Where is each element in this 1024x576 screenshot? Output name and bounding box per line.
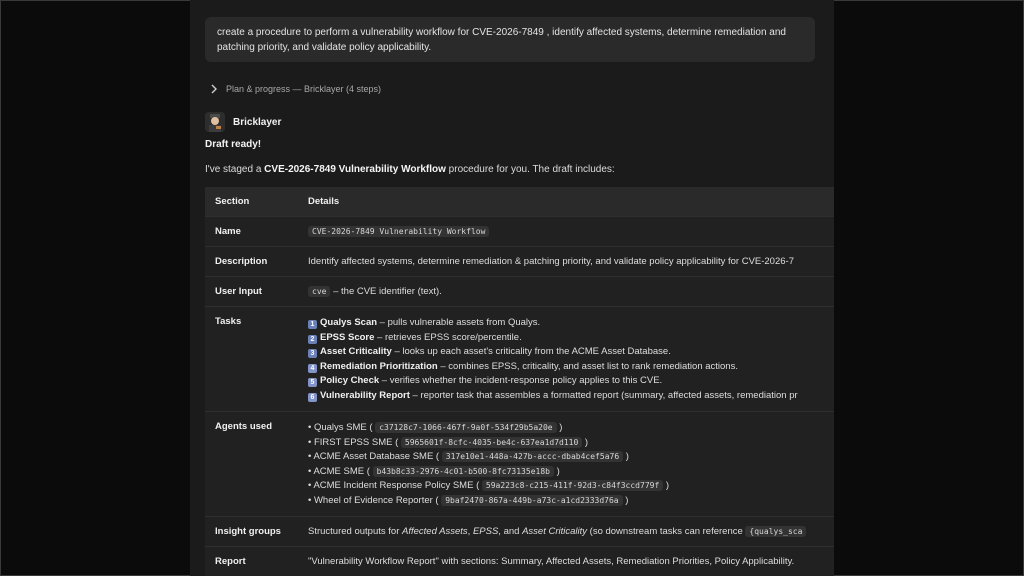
- table-row: Description Identify affected systems, d…: [205, 246, 834, 277]
- agent-avatar: [205, 112, 225, 132]
- table-row: Report "Vulnerability Workflow Report" w…: [205, 546, 834, 576]
- task-item: 3 Asset Criticality – looks up each asset…: [308, 345, 834, 360]
- number-badge-icon: 1: [308, 320, 317, 329]
- chevron-right-icon: [211, 84, 217, 94]
- number-badge-icon: 2: [308, 334, 317, 344]
- table-row: Insight groups Structured outputs for Af…: [205, 516, 834, 547]
- report-value: "Vulnerability Workflow Report" with sec…: [298, 546, 834, 576]
- agent-id-code: 9baf2470-867a-449b-a73c-a1cd2333d76a: [441, 494, 623, 506]
- agent-item: • Qualys SME ( c37128c7-1066-467f-9a0f-5…: [308, 422, 563, 433]
- procedure-title: CVE-2026-7849 Vulnerability Workflow: [264, 164, 446, 175]
- row-label: Tasks: [205, 306, 298, 412]
- draft-ready-heading: Draft ready!: [205, 139, 262, 150]
- plan-progress-label: Plan & progress — Bricklayer (4 steps): [226, 84, 382, 94]
- row-label: Name: [205, 216, 298, 247]
- table-row: Name CVE-2026-7849 Vulnerability Workflo…: [205, 216, 834, 247]
- tasks-list: 1 Qualys Scan – pulls vulnerable assets f…: [298, 306, 834, 412]
- agent-id-code: 317e10e1-448a-427b-accc-dbab4cef5a76: [441, 451, 624, 462]
- row-label: Report: [205, 546, 298, 576]
- agent-id-code: c37128c7-1066-467f-9a0f-534f29b5a20e: [375, 422, 557, 433]
- task-item: 1 Qualys Scan – pulls vulnerable assets f…: [308, 316, 834, 331]
- agent-id-code: 5965601f-8cfc-4035-be4c-637ea1d7d110: [400, 436, 583, 448]
- task-item: 5 Policy Check – verifies whether the inc…: [308, 374, 834, 389]
- number-badge-icon: 5: [308, 378, 317, 387]
- chat-panel: create a procedure to perform a vulnerab…: [190, 0, 834, 576]
- agent-id-code: b43b8c33-2976-4c01-b500-8fc73135e18b: [372, 465, 554, 477]
- number-badge-icon: 3: [308, 349, 317, 358]
- agent-item: • Wheel of Evidence Reporter ( 9baf2470-…: [308, 494, 629, 506]
- insight-code: {qualys_sca: [745, 526, 807, 537]
- table-row: Tasks 1 Qualys Scan – pulls vulnerable as…: [205, 306, 834, 412]
- insight-groups-value: Structured outputs for Affected Assets, …: [298, 516, 834, 547]
- procedure-table: Section Details Name CVE-2026-7849 Vulne…: [205, 187, 834, 576]
- procedure-name-code: CVE-2026-7849 Vulnerability Workflow: [308, 226, 490, 237]
- row-label: Insight groups: [205, 516, 298, 547]
- agent-item: • ACME SME ( b43b8c33-2976-4c01-b500-8fc…: [308, 465, 560, 477]
- agent-header: Bricklayer: [205, 112, 281, 132]
- table-header-row: Section Details: [205, 187, 834, 217]
- row-label: Description: [205, 246, 298, 277]
- agent-item: • ACME Incident Response Policy SME ( 59…: [308, 480, 670, 491]
- number-badge-icon: 6: [308, 392, 317, 402]
- task-item: 2 EPSS Score – retrieves EPSS score/perce…: [308, 331, 834, 346]
- user-prompt-text: create a procedure to perform a vulnerab…: [217, 27, 786, 53]
- agent-item: • FIRST EPSS SME ( 5965601f-8cfc-4035-be…: [308, 436, 589, 448]
- row-label: Agents used: [205, 411, 298, 517]
- header-section: Section: [205, 187, 298, 217]
- number-badge-icon: 4: [308, 363, 317, 373]
- table-row: User Input cve – the CVE identifier (tex…: [205, 276, 834, 307]
- agent-name: Bricklayer: [233, 116, 282, 128]
- task-item: 6 Vulnerability Report – reporter task th…: [308, 389, 834, 404]
- header-details: Details: [298, 187, 834, 217]
- agent-id-code: 59a223c8-c215-411f-92d3-c84f3ccd779f: [481, 480, 664, 491]
- task-item: 4 Remediation Prioritization – combines E…: [308, 360, 834, 375]
- table-row: Agents used • Qualys SME ( c37128c7-1066…: [205, 411, 834, 517]
- row-label: User Input: [205, 276, 298, 307]
- description-value: Identify affected systems, determine rem…: [298, 246, 834, 277]
- user-input-code: cve: [308, 286, 331, 297]
- user-prompt-bubble: create a procedure to perform a vulnerab…: [205, 17, 815, 62]
- intro-text: I've staged a CVE-2026-7849 Vulnerabilit…: [205, 164, 615, 175]
- agent-item: • ACME Asset Database SME ( 317e10e1-448…: [308, 451, 629, 462]
- user-input-text: – the CVE identifier (text).: [330, 286, 442, 297]
- agents-list: • Qualys SME ( c37128c7-1066-467f-9a0f-5…: [298, 411, 834, 517]
- plan-progress-toggle[interactable]: Plan & progress — Bricklayer (4 steps): [210, 82, 381, 96]
